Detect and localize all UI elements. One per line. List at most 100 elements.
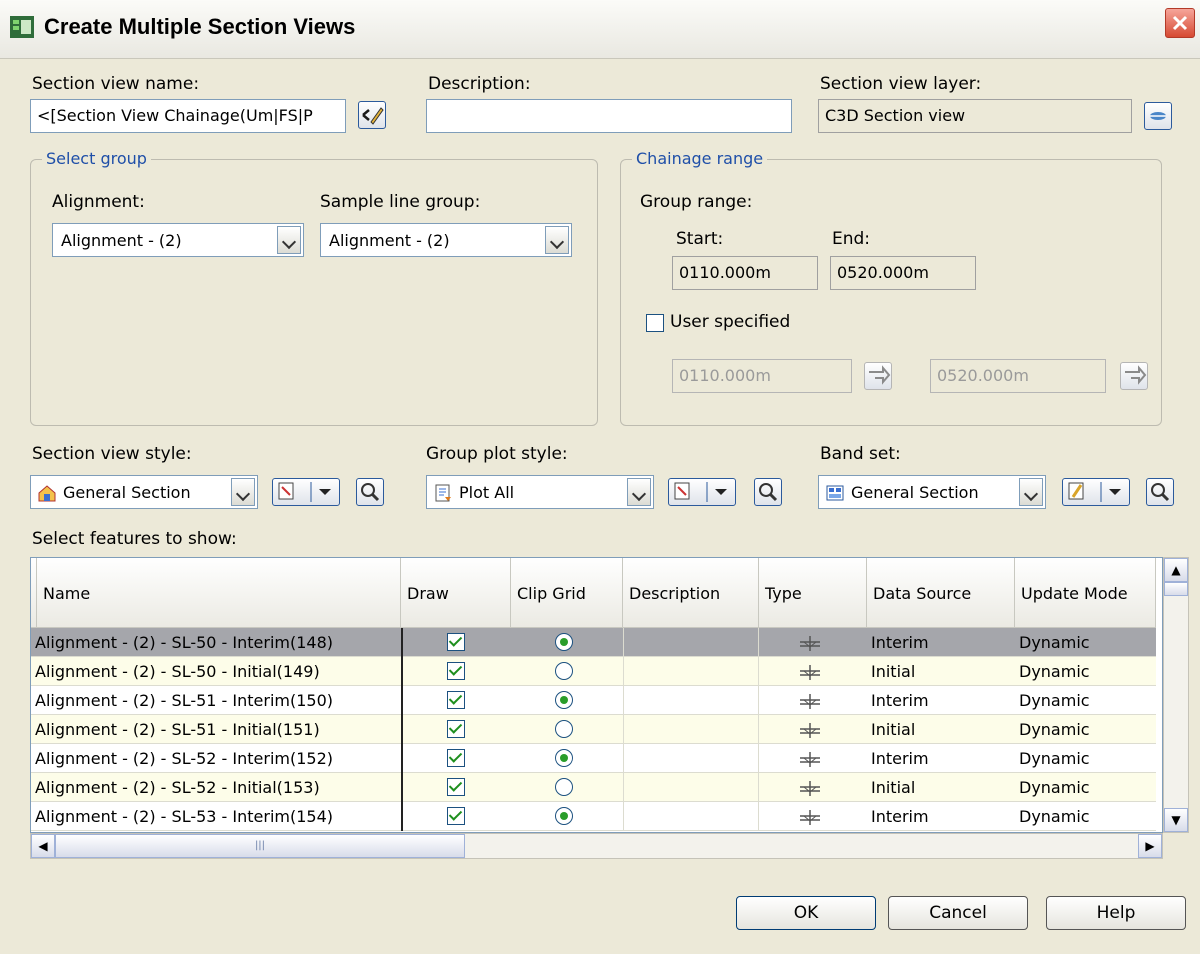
chevron-down-icon[interactable] xyxy=(545,226,569,254)
scroll-left-icon[interactable]: ◀ xyxy=(31,834,55,858)
band-set-preview-button[interactable] xyxy=(1146,478,1174,506)
clip-grid-radio[interactable] xyxy=(555,720,573,738)
col-header-type[interactable]: Type xyxy=(759,558,867,628)
col-header-clip-grid[interactable]: Clip Grid xyxy=(511,558,623,628)
close-icon xyxy=(1172,15,1188,31)
section-view-name-field[interactable]: <[Section View Chainage(Um|FS|P xyxy=(30,99,346,133)
cell-description[interactable] xyxy=(623,715,759,744)
table-row[interactable]: Alignment - (2) - SL-50 - Initial(149) In… xyxy=(31,657,1156,686)
sample-line-group-combo[interactable]: Alignment - (2) xyxy=(320,223,572,257)
chevron-down-icon[interactable] xyxy=(1019,478,1043,506)
clip-grid-radio[interactable] xyxy=(555,691,573,709)
layer-select-button[interactable] xyxy=(1144,102,1172,130)
cell-draw xyxy=(401,773,511,802)
col-header-name[interactable]: Name xyxy=(37,558,401,628)
plot-style-preview-button[interactable] xyxy=(754,478,782,506)
user-start-field[interactable]: 0110.000m xyxy=(672,359,852,393)
scroll-down-icon[interactable]: ▼ xyxy=(1164,808,1188,832)
band-set-value: General Section xyxy=(851,483,979,502)
edit-name-template-button[interactable] xyxy=(358,101,386,129)
cell-data-source: Interim xyxy=(871,691,929,710)
table-row[interactable]: Alignment - (2) - SL-51 - Interim(150) In… xyxy=(31,686,1156,715)
alignment-value: Alignment - (2) xyxy=(61,231,182,250)
section-view-name-label: Section view name: xyxy=(32,74,200,94)
clip-grid-radio[interactable] xyxy=(555,807,573,825)
band-set-edit-button[interactable] xyxy=(1062,478,1130,506)
sample-line-icon xyxy=(800,781,820,796)
sample-line-icon xyxy=(800,636,820,651)
close-button[interactable] xyxy=(1165,8,1195,38)
draw-checkbox[interactable] xyxy=(447,691,465,709)
table-row[interactable]: Alignment - (2) - SL-53 - Interim(154) In… xyxy=(31,802,1156,831)
cell-description[interactable] xyxy=(623,686,759,715)
section-view-style-combo[interactable]: General Section xyxy=(30,475,258,509)
cell-draw xyxy=(401,744,511,773)
horizontal-scrollbar[interactable]: ◀ ||| ▶ xyxy=(30,833,1163,859)
scroll-thumb[interactable] xyxy=(1164,582,1188,596)
clip-grid-radio[interactable] xyxy=(555,749,573,767)
ok-button[interactable]: OK xyxy=(736,896,876,930)
cell-clip-grid xyxy=(511,628,623,657)
draw-checkbox[interactable] xyxy=(447,807,465,825)
cell-name: Alignment - (2) - SL-51 - Initial(151) xyxy=(35,720,320,739)
pick-end-button[interactable] xyxy=(1120,362,1148,390)
description-field[interactable] xyxy=(426,99,792,133)
col-header-data-source[interactable]: Data Source xyxy=(867,558,1015,628)
user-end-field[interactable]: 0520.000m xyxy=(930,359,1106,393)
cell-data-source: Initial xyxy=(871,778,916,797)
col-header-description[interactable]: Description xyxy=(623,558,759,628)
clip-grid-radio[interactable] xyxy=(555,662,573,680)
draw-checkbox[interactable] xyxy=(447,749,465,767)
group-plot-style-combo[interactable]: Plot All xyxy=(426,475,654,509)
band-set-combo[interactable]: General Section xyxy=(818,475,1046,509)
scroll-right-icon[interactable]: ▶ xyxy=(1138,834,1162,858)
scroll-up-icon[interactable]: ▲ xyxy=(1164,558,1188,582)
draw-checkbox[interactable] xyxy=(447,720,465,738)
layer-icon xyxy=(1150,112,1166,120)
user-specified-checkbox[interactable] xyxy=(646,314,664,332)
help-button[interactable]: Help xyxy=(1046,896,1186,930)
cell-description[interactable] xyxy=(623,744,759,773)
cell-data-source: Initial xyxy=(871,720,916,739)
cancel-button[interactable]: Cancel xyxy=(888,896,1028,930)
scroll-thumb-horizontal[interactable]: ||| xyxy=(55,834,465,858)
clip-grid-radio[interactable] xyxy=(555,778,573,796)
clip-grid-radio[interactable] xyxy=(555,633,573,651)
cell-type xyxy=(759,686,867,715)
section-style-edit-button[interactable] xyxy=(272,478,340,506)
draw-checkbox[interactable] xyxy=(447,662,465,680)
group-plot-style-label: Group plot style: xyxy=(426,444,568,464)
col-header-draw[interactable]: Draw xyxy=(401,558,511,628)
draw-checkbox[interactable] xyxy=(447,633,465,651)
cell-draw xyxy=(401,802,511,831)
chainage-range-legend: Chainage range xyxy=(632,149,768,168)
chevron-down-icon[interactable] xyxy=(231,478,255,506)
section-view-layer-label: Section view layer: xyxy=(820,74,982,94)
cell-update-mode: Dynamic xyxy=(1019,807,1090,826)
table-row[interactable]: Alignment - (2) - SL-52 - Interim(152) In… xyxy=(31,744,1156,773)
table-row[interactable]: Alignment - (2) - SL-51 - Initial(151) In… xyxy=(31,715,1156,744)
group-end-field: 0520.000m xyxy=(830,256,976,290)
magnifier-icon xyxy=(361,483,380,502)
cell-type xyxy=(759,773,867,802)
cell-description[interactable] xyxy=(623,802,759,831)
cell-update-mode: Dynamic xyxy=(1019,662,1090,681)
plot-style-edit-button[interactable] xyxy=(668,478,736,506)
cell-description[interactable] xyxy=(623,657,759,686)
chevron-down-icon[interactable] xyxy=(627,478,651,506)
table-row[interactable]: Alignment - (2) - SL-52 - Initial(153) In… xyxy=(31,773,1156,802)
sample-line-icon xyxy=(800,694,820,709)
cell-update-mode: Dynamic xyxy=(1019,633,1090,652)
cell-type xyxy=(759,802,867,831)
alignment-combo[interactable]: Alignment - (2) xyxy=(52,223,304,257)
cell-description[interactable] xyxy=(623,773,759,802)
table-row[interactable]: Alignment - (2) - SL-50 - Interim(148) In… xyxy=(31,628,1156,657)
chevron-down-icon[interactable] xyxy=(277,226,301,254)
pick-start-button[interactable] xyxy=(864,362,892,390)
cell-description[interactable] xyxy=(623,628,759,657)
vertical-scrollbar[interactable]: ▲ ▼ xyxy=(1163,557,1189,833)
col-header-update-mode[interactable]: Update Mode xyxy=(1015,558,1156,628)
draw-checkbox[interactable] xyxy=(447,778,465,796)
section-style-preview-button[interactable] xyxy=(356,478,384,506)
sample-line-icon xyxy=(800,665,820,680)
